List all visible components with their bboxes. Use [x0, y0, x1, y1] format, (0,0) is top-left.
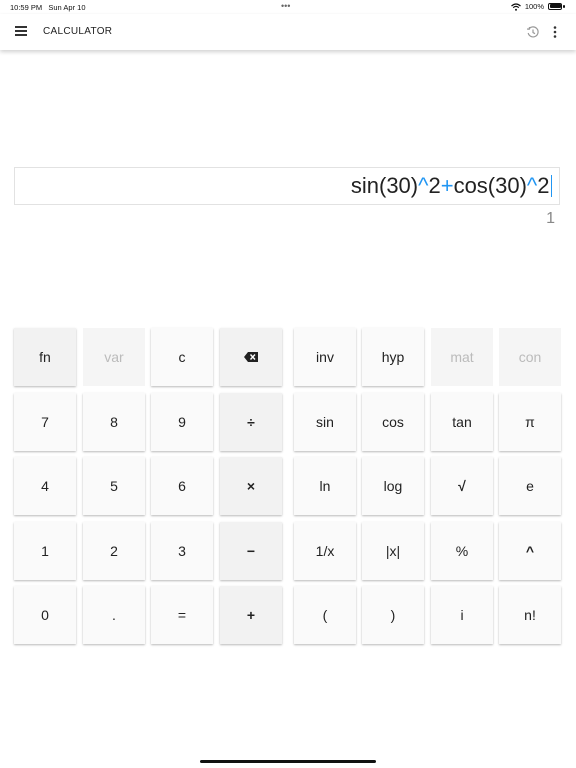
status-time: 10:59 PM Sun Apr 10: [10, 3, 86, 12]
key-label: 1/x: [315, 543, 335, 559]
keypad: fn var c 7 8 9 ÷ 4 5 6 × 1 2 3 − 0. = + inv hyp mat con sin cos…: [0, 0, 576, 768]
key-tan[interactable]: tan: [431, 393, 493, 451]
key-percent[interactable]: %: [431, 522, 493, 580]
key-8[interactable]: 8: [83, 393, 145, 451]
key-inv[interactable]: inv: [294, 328, 356, 386]
key-sqrt[interactable]: √: [431, 457, 493, 515]
key-log[interactable]: log: [362, 457, 424, 515]
key-label: .: [112, 607, 116, 623]
key-label: π: [525, 414, 535, 430]
key-label: ln: [319, 478, 331, 494]
home-indicator[interactable]: [200, 760, 376, 763]
key-label: i: [460, 607, 464, 623]
key-label: 0: [41, 607, 49, 623]
key-label: 9: [178, 414, 186, 430]
key-label: n!: [524, 607, 536, 623]
key-label: (: [322, 607, 328, 623]
key-label: hyp: [381, 349, 405, 365]
key-2[interactable]: 2: [83, 522, 145, 580]
key-mat: mat: [431, 328, 493, 386]
key-label: +: [246, 607, 256, 623]
key-divide[interactable]: ÷: [220, 393, 282, 451]
key-9[interactable]: 9: [151, 393, 213, 451]
key-label: 5: [110, 478, 118, 494]
expression-display[interactable]: sin(30)^2+cos(30)^2: [14, 167, 560, 205]
key-e[interactable]: e: [499, 457, 561, 515]
key-ln[interactable]: ln: [294, 457, 356, 515]
key-label: c: [178, 349, 186, 365]
key-label: =: [177, 607, 187, 623]
key-label: ^: [525, 543, 535, 559]
status-bar: 10:59 PM Sun Apr 10 ••• 100%: [0, 0, 576, 14]
result-text: 1: [546, 210, 555, 227]
key-power[interactable]: ^: [499, 522, 561, 580]
key-fn[interactable]: fn: [14, 328, 76, 386]
expression-text: sin(30)^2+cos(30)^2: [351, 173, 552, 199]
key-factorial[interactable]: n!: [499, 586, 561, 644]
multitasking-dots[interactable]: •••: [281, 1, 290, 11]
key-label: %: [455, 543, 469, 559]
key-label: ÷: [247, 414, 255, 430]
key-5[interactable]: 5: [83, 457, 145, 515]
key-label: 1: [41, 543, 49, 559]
key-4[interactable]: 4: [14, 457, 76, 515]
key-label: 6: [178, 478, 186, 494]
key-cos[interactable]: cos: [362, 393, 424, 451]
key-decimal-point[interactable]: .: [83, 586, 145, 644]
history-icon[interactable]: [526, 25, 540, 39]
key-7[interactable]: 7: [14, 393, 76, 451]
key-label: var: [104, 349, 124, 365]
key-label: −: [246, 543, 256, 559]
key-pi[interactable]: π: [499, 393, 561, 451]
key-label: ): [390, 607, 396, 623]
key-6[interactable]: 6: [151, 457, 213, 515]
key-hyp[interactable]: hyp: [362, 328, 424, 386]
key-label: e: [526, 478, 534, 494]
text-cursor: [550, 175, 552, 197]
more-vert-icon[interactable]: [551, 25, 559, 39]
key-abs[interactable]: |x|: [362, 522, 424, 580]
key-reciprocal[interactable]: 1/x: [294, 522, 356, 580]
key-multiply[interactable]: ×: [220, 457, 282, 515]
key-con: con: [499, 328, 561, 386]
key-label: con: [518, 349, 542, 365]
menu-icon[interactable]: [15, 26, 27, 38]
key-i[interactable]: i: [431, 586, 493, 644]
key-close-paren[interactable]: ): [362, 586, 424, 644]
key-label: 7: [41, 414, 49, 430]
battery-icon: [548, 2, 566, 11]
app-bar: CALCULATOR: [0, 14, 576, 50]
key-var: var: [83, 328, 145, 386]
key-3[interactable]: 3: [151, 522, 213, 580]
key-label: log: [383, 478, 403, 494]
backspace-button[interactable]: [220, 328, 282, 386]
key-sin[interactable]: sin: [294, 393, 356, 451]
key-label: tan: [452, 414, 472, 430]
key-minus[interactable]: −: [220, 522, 282, 580]
key-label: fn: [39, 349, 51, 365]
backspace-icon: [244, 352, 258, 362]
app-title: CALCULATOR: [43, 26, 113, 37]
key-c[interactable]: c: [151, 328, 213, 386]
wifi-icon: [510, 2, 521, 11]
key-0[interactable]: 0: [14, 586, 76, 644]
key-label: 8: [110, 414, 118, 430]
key-label: sin: [316, 414, 334, 430]
key-label: ×: [246, 478, 256, 494]
battery-percent: 100%: [524, 2, 544, 11]
key-label: 3: [178, 543, 186, 559]
key-label: inv: [316, 349, 334, 365]
key-plus[interactable]: +: [220, 586, 282, 644]
key-label: √: [458, 478, 466, 494]
key-label: 4: [41, 478, 49, 494]
status-right: 100%: [510, 2, 566, 11]
key-label: 2: [110, 543, 118, 559]
key-open-paren[interactable]: (: [294, 586, 356, 644]
key-equals[interactable]: =: [151, 586, 213, 644]
key-label: |x|: [385, 543, 401, 559]
key-label: cos: [382, 414, 404, 430]
key-label: mat: [450, 349, 474, 365]
key-1[interactable]: 1: [14, 522, 76, 580]
